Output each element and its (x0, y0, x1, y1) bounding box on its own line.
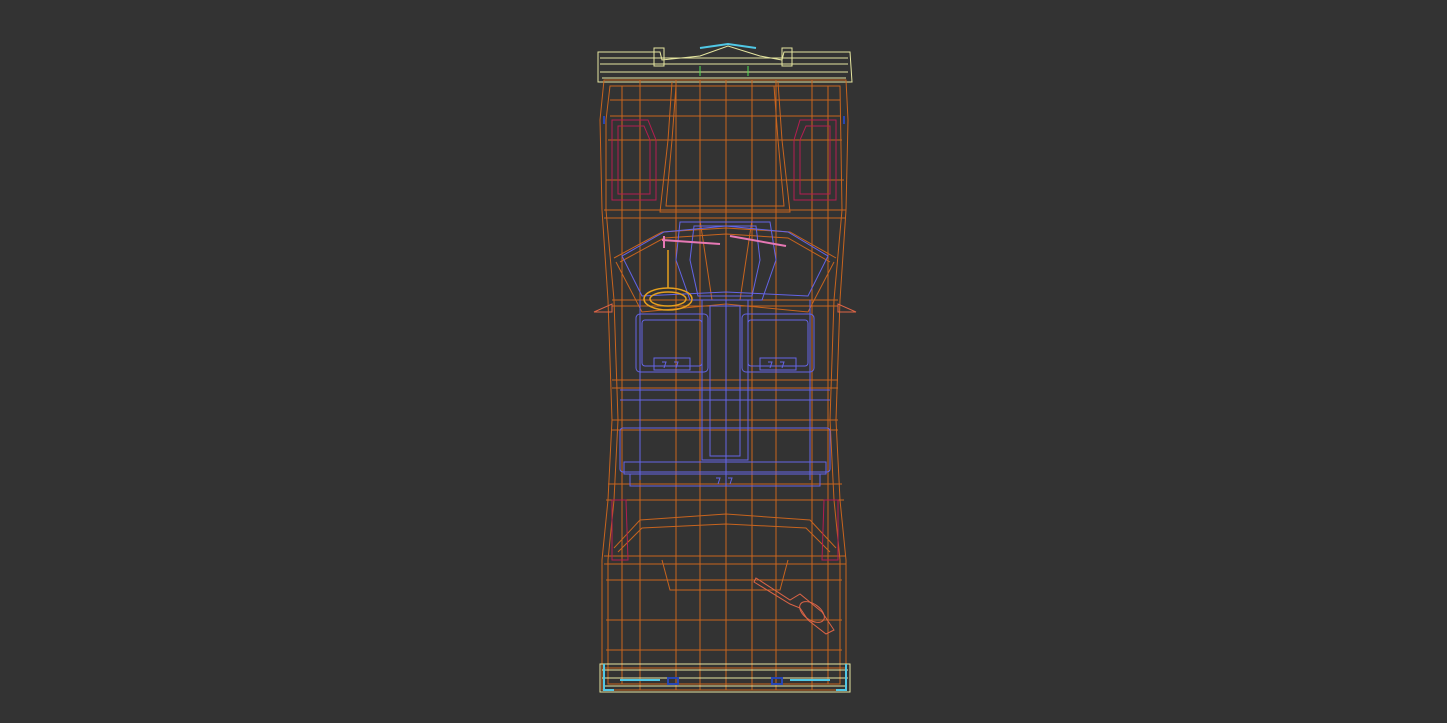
tool-icon (753, 577, 835, 635)
3d-viewport[interactable] (0, 0, 1447, 723)
interior (619, 221, 831, 487)
body-shell (599, 79, 849, 691)
wipers (661, 235, 787, 248)
front-details (699, 66, 749, 76)
side-mirrors (593, 303, 857, 313)
steering-wheel-icon (643, 250, 693, 311)
car-wireframe-top-view (593, 42, 857, 693)
front-bumper (597, 45, 853, 83)
side-panels (611, 119, 839, 561)
